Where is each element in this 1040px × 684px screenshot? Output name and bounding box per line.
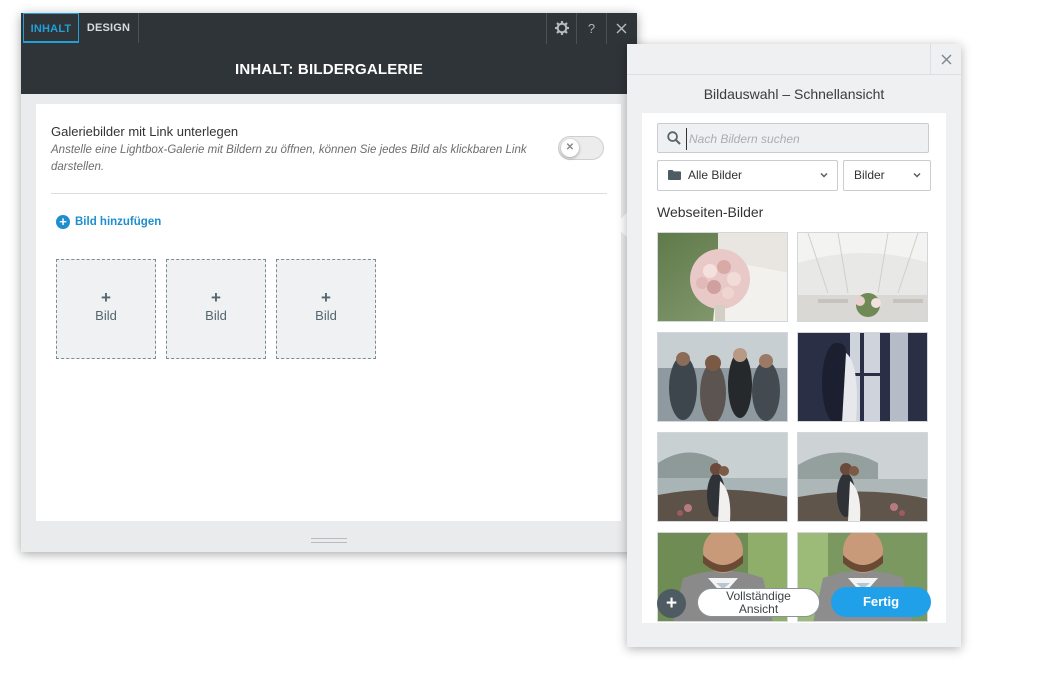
help-icon: ?	[587, 21, 596, 36]
thumbnail-couple-lakeside-1[interactable]	[657, 432, 788, 522]
thumbnail-bridal-bouquet[interactable]	[657, 232, 788, 322]
option-title: Galeriebilder mit Link unterlegen	[51, 124, 239, 139]
gallery-editor-panel: INHALT DESIGN ? INHALT: BILDERGALERIE Ga…	[21, 13, 637, 552]
type-select-value: Bilder	[854, 168, 885, 182]
divider	[51, 193, 607, 194]
tab-inhalt[interactable]: INHALT	[23, 13, 79, 43]
editor-toolbar: INHALT DESIGN ?	[21, 13, 637, 45]
picker-toolbar	[627, 44, 961, 75]
folder-select[interactable]: Alle Bilder	[657, 160, 838, 191]
slot-label: Bild	[95, 308, 117, 323]
plus-icon: +	[101, 288, 111, 307]
plus-icon: +	[665, 593, 678, 614]
option-description: Anstelle eine Lightbox-Galerie mit Bilde…	[51, 144, 527, 173]
tab-design[interactable]: DESIGN	[79, 13, 139, 43]
chevron-down-icon	[913, 173, 921, 178]
image-slot[interactable]: + Bild	[56, 259, 156, 359]
page-title: INHALT: BILDERGALERIE	[21, 44, 637, 94]
slot-label: Bild	[205, 308, 227, 323]
gear-icon	[554, 20, 569, 36]
search-icon	[667, 131, 681, 145]
thumbnail-couple-window-silhouette[interactable]	[797, 332, 928, 422]
folder-icon	[668, 170, 681, 180]
close-picker-button[interactable]	[930, 44, 961, 74]
slot-label: Bild	[315, 308, 337, 323]
add-image-button[interactable]: + Bild hinzufügen	[56, 214, 161, 230]
resize-handle[interactable]	[311, 538, 347, 543]
thumbnail-couple-lakeside-2[interactable]	[797, 432, 928, 522]
thumbnail-wedding-tent-tables[interactable]	[797, 232, 928, 322]
chevron-down-icon	[820, 173, 828, 178]
plus-icon: +	[211, 288, 221, 307]
folder-select-value: Alle Bilder	[688, 168, 743, 182]
picker-content: Alle Bilder Bilder Webseiten-Bilder	[642, 113, 946, 623]
section-title: Webseiten-Bilder	[657, 204, 764, 220]
plus-circle-icon: +	[56, 215, 70, 229]
add-image-label: Bild hinzufügen	[75, 216, 162, 228]
toggle-off-icon: ✕	[561, 139, 579, 157]
link-toggle[interactable]: ✕	[558, 136, 604, 160]
type-select[interactable]: Bilder	[843, 160, 931, 191]
upload-image-button[interactable]: +	[657, 589, 686, 618]
image-picker-panel: Bildauswahl – Schnellansicht Alle Bilder…	[627, 44, 961, 647]
settings-button[interactable]	[546, 13, 576, 44]
picker-title: Bildauswahl – Schnellansicht	[703, 86, 885, 102]
help-button[interactable]: ?	[576, 13, 606, 44]
editor-content: Galeriebilder mit Link unterlegen Anstel…	[36, 104, 621, 521]
image-slot[interactable]: + Bild	[276, 259, 376, 359]
search-box	[657, 123, 929, 153]
full-view-button[interactable]: Vollständige Ansicht	[697, 588, 820, 617]
close-icon	[941, 54, 951, 65]
close-icon	[616, 23, 627, 34]
thumbnail-crowd-dancing[interactable]	[657, 332, 788, 422]
search-input[interactable]	[686, 128, 927, 150]
image-slot[interactable]: + Bild	[166, 259, 266, 359]
full-view-label-line2: Ansicht	[738, 601, 779, 616]
close-editor-button[interactable]	[606, 13, 636, 44]
done-button[interactable]: Fertig	[831, 587, 931, 617]
plus-icon: +	[321, 288, 331, 307]
popover-pointer	[614, 212, 628, 238]
